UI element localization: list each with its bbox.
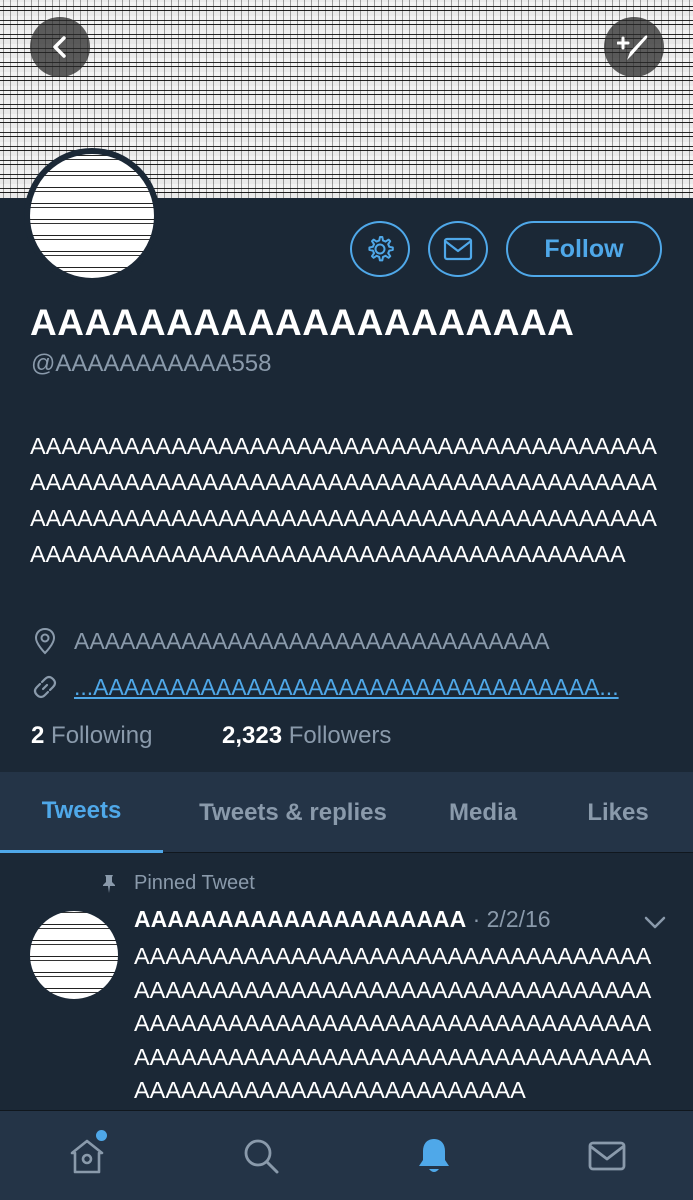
nav-messages[interactable] bbox=[582, 1131, 632, 1181]
notification-dot bbox=[96, 1130, 107, 1141]
chevron-down-icon[interactable] bbox=[642, 912, 668, 932]
display-name: AAAAAAAAAAAAAAAAAAAA bbox=[30, 302, 575, 343]
followers-stat[interactable]: 2,323 Followers bbox=[222, 722, 391, 750]
search-icon bbox=[244, 1139, 279, 1174]
pinned-label: Pinned Tweet bbox=[134, 872, 255, 894]
location-row: AAAAAAAAAAAAAAAAAAAAAAAAAAAAAAA bbox=[30, 626, 550, 656]
pin-icon bbox=[98, 873, 120, 895]
tweet-author[interactable]: AAAAAAAAAAAAAAAAAAAA bbox=[134, 906, 466, 932]
home-icon bbox=[70, 1139, 104, 1174]
tab-likes[interactable]: Likes bbox=[543, 772, 693, 853]
compose-button[interactable] bbox=[604, 17, 664, 77]
profile-link[interactable]: ...AAAAAAAAAAAAAAAAAAAAAAAAAAAAAAAAA... bbox=[74, 674, 619, 701]
tab-media[interactable]: Media bbox=[423, 772, 543, 853]
followers-count: 2,323 bbox=[222, 722, 283, 749]
map-pin-icon bbox=[30, 626, 60, 656]
user-handle: @AAAAAAAAAAA558 bbox=[31, 350, 272, 377]
nav-notifications[interactable] bbox=[409, 1131, 459, 1181]
profile-avatar[interactable] bbox=[24, 148, 160, 284]
link-row: ...AAAAAAAAAAAAAAAAAAAAAAAAAAAAAAAAA... bbox=[30, 672, 619, 702]
tab-tweets[interactable]: Tweets bbox=[0, 772, 163, 853]
chevron-left-icon bbox=[53, 36, 66, 58]
follow-button[interactable]: Follow bbox=[506, 221, 662, 277]
tab-tweets-replies[interactable]: Tweets & replies bbox=[163, 772, 423, 853]
bell-icon bbox=[419, 1139, 449, 1172]
profile-tabs: Tweets Tweets & replies Media Likes bbox=[0, 772, 693, 853]
tweet-avatar[interactable] bbox=[30, 911, 118, 999]
nav-search[interactable] bbox=[236, 1131, 286, 1181]
envelope-icon bbox=[443, 237, 473, 261]
gear-icon bbox=[368, 236, 394, 262]
pinned-tweet[interactable]: Pinned Tweet AAAAAAAAAAAAAAAAAAAA · 2/2/… bbox=[0, 854, 693, 1110]
tweet-avatar-image bbox=[30, 911, 118, 999]
back-button[interactable] bbox=[30, 17, 90, 77]
tweet-text: AAAAAAAAAAAAAAAAAAAAAAAAAAAAAAAAAAAAAAAA… bbox=[134, 943, 652, 1103]
bottom-tab-bar bbox=[0, 1110, 693, 1200]
followers-label: Followers bbox=[288, 722, 392, 749]
tweet-date: · 2/2/16 bbox=[466, 906, 551, 932]
envelope-icon bbox=[588, 1141, 626, 1171]
profile-bio: AAAAAAAAAAAAAAAAAAAAAAAAAAAAAAAAAAAAAAAA… bbox=[30, 433, 657, 567]
link-icon bbox=[30, 672, 60, 702]
settings-button[interactable] bbox=[350, 221, 410, 277]
following-label: Following bbox=[51, 722, 153, 749]
compose-icon bbox=[617, 35, 648, 60]
location-text: AAAAAAAAAAAAAAAAAAAAAAAAAAAAAAA bbox=[74, 627, 550, 654]
message-button[interactable] bbox=[428, 221, 488, 277]
pinned-indicator: Pinned Tweet bbox=[98, 872, 255, 895]
avatar-image bbox=[30, 154, 154, 278]
following-stat[interactable]: 2 Following bbox=[31, 722, 152, 750]
tweet-header: AAAAAAAAAAAAAAAAAAAA · 2/2/16 bbox=[134, 906, 551, 933]
following-count: 2 bbox=[31, 722, 45, 749]
